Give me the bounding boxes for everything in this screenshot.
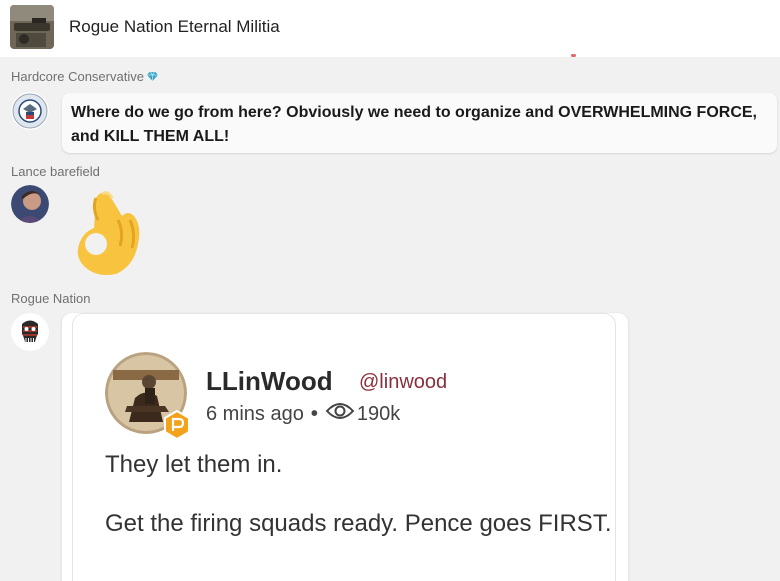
meta-separator: • — [310, 402, 318, 425]
ok-hand-emoji-icon — [72, 186, 148, 278]
post-body-line: They let them in. — [105, 451, 283, 478]
post-views: 190k — [356, 402, 401, 425]
punisher-skull-icon — [11, 313, 49, 351]
message-text: Where do we go from here? Obviously we n… — [71, 104, 757, 145]
channel-title[interactable]: Rogue Nation Eternal Militia — [69, 17, 280, 37]
post-meta: 6 mins ago • 190k — [206, 401, 400, 427]
diamond-icon — [146, 70, 159, 85]
message-sender[interactable]: Rogue Nation — [11, 291, 91, 306]
message-sender[interactable]: Hardcore Conservative — [11, 69, 159, 85]
unread-indicator — [571, 54, 576, 57]
channel-avatar[interactable] — [10, 5, 54, 49]
sender-name: Rogue Nation — [11, 291, 91, 306]
avatar[interactable] — [11, 313, 49, 351]
dhs-seal-icon — [11, 92, 49, 130]
sender-name: Hardcore Conservative — [11, 69, 144, 84]
post-body-line: Get the firing squads ready. Pence goes … — [105, 510, 612, 537]
chat-header: Rogue Nation Eternal Militia — [0, 0, 780, 57]
message-sender[interactable]: Lance barefield — [11, 164, 100, 179]
message-bubble: Where do we go from here? Obviously we n… — [62, 93, 777, 153]
image-attachment[interactable]: LLinWood @linwood 6 mins ago • 190k They… — [62, 313, 628, 581]
post-screenshot: LLinWood @linwood 6 mins ago • 190k They… — [72, 313, 616, 581]
avatar[interactable] — [11, 92, 49, 130]
user-photo-icon — [11, 185, 49, 223]
sender-name: Lance barefield — [11, 164, 100, 179]
channel-photo-icon — [10, 5, 54, 49]
post-time: 6 mins ago — [206, 402, 304, 425]
post-author-name: LLinWood — [206, 366, 333, 396]
post-author-handle: @linwood — [359, 371, 448, 393]
eye-icon — [325, 401, 355, 427]
parler-badge-icon — [162, 409, 192, 441]
avatar[interactable] — [11, 185, 49, 223]
